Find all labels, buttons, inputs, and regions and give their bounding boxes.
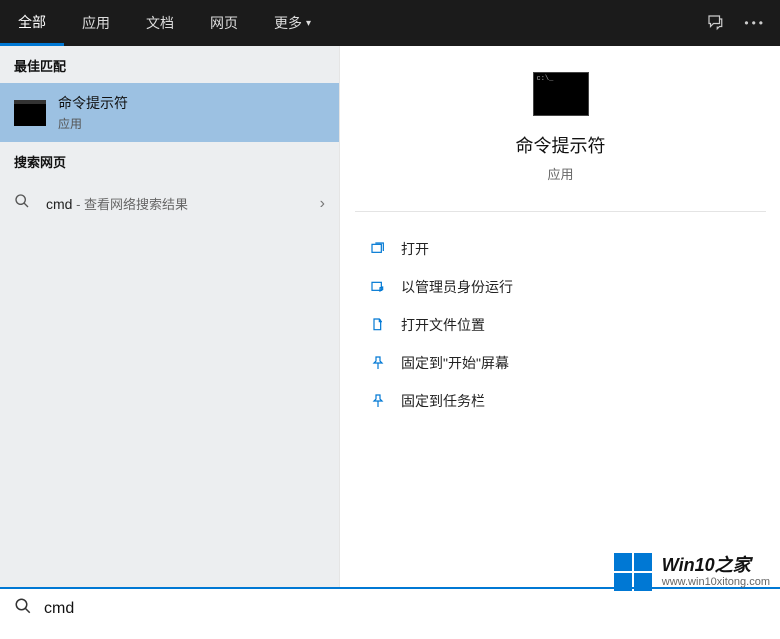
- action-pin-taskbar[interactable]: 固定到任务栏: [365, 382, 756, 420]
- watermark-url: www.win10xitong.com: [662, 576, 770, 588]
- folder-icon: [369, 316, 387, 334]
- windows-logo-icon: [614, 553, 652, 591]
- details-panel: 命令提示符 应用 打开 以管理员身份运行 打开文件位置 固定到: [340, 46, 780, 587]
- search-bar: [0, 587, 780, 628]
- web-search-header: 搜索网页: [0, 142, 339, 179]
- tab-all-label: 全部: [18, 12, 46, 32]
- watermark-title: Win10之家: [662, 556, 770, 576]
- chevron-down-icon: ▾: [306, 18, 311, 29]
- action-run-admin-label: 以管理员身份运行: [401, 277, 513, 297]
- preview-header: 命令提示符 应用: [355, 72, 766, 212]
- action-open[interactable]: 打开: [365, 230, 756, 268]
- tab-apps[interactable]: 应用: [64, 0, 128, 46]
- web-search-text: cmd - 查看网络搜索结果: [46, 194, 306, 213]
- action-open-label: 打开: [401, 239, 429, 259]
- action-open-location[interactable]: 打开文件位置: [365, 306, 756, 344]
- more-options-icon[interactable]: •••: [744, 16, 766, 30]
- action-pin-start[interactable]: 固定到"开始"屏幕: [365, 344, 756, 382]
- result-text: 命令提示符 应用: [58, 93, 325, 132]
- top-tab-bar: 全部 应用 文档 网页 更多 ▾ •••: [0, 0, 780, 46]
- tab-docs-label: 文档: [146, 13, 174, 33]
- action-run-admin[interactable]: 以管理员身份运行: [365, 268, 756, 306]
- web-hint: - 查看网络搜索结果: [72, 197, 188, 212]
- tab-web[interactable]: 网页: [192, 0, 256, 46]
- watermark: Win10之家 www.win10xitong.com: [614, 553, 770, 591]
- admin-icon: [369, 278, 387, 296]
- tab-web-label: 网页: [210, 13, 238, 33]
- tab-more[interactable]: 更多 ▾: [256, 0, 329, 46]
- search-input[interactable]: [44, 600, 766, 618]
- tabs: 全部 应用 文档 网页 更多 ▾: [0, 0, 329, 46]
- tab-all[interactable]: 全部: [0, 0, 64, 46]
- pin-start-icon: [369, 354, 387, 372]
- feedback-icon[interactable]: [706, 13, 724, 34]
- result-title: 命令提示符: [58, 93, 325, 113]
- action-pin-taskbar-label: 固定到任务栏: [401, 391, 485, 411]
- preview-title: 命令提示符: [516, 132, 606, 158]
- action-list: 打开 以管理员身份运行 打开文件位置 固定到"开始"屏幕 固定到任务栏: [355, 230, 766, 420]
- cmd-large-icon: [533, 72, 589, 116]
- search-icon: [14, 193, 32, 214]
- web-query: cmd: [46, 196, 72, 212]
- topbar-right: •••: [706, 13, 780, 34]
- preview-subtitle: 应用: [547, 164, 573, 183]
- pin-taskbar-icon: [369, 392, 387, 410]
- open-icon: [369, 240, 387, 258]
- tab-docs[interactable]: 文档: [128, 0, 192, 46]
- best-match-result[interactable]: 命令提示符 应用: [0, 83, 339, 142]
- cmd-icon: [14, 100, 46, 126]
- chevron-right-icon: ›: [320, 195, 325, 213]
- result-subtitle: 应用: [58, 115, 325, 132]
- search-icon: [14, 597, 32, 620]
- best-match-header: 最佳匹配: [0, 46, 339, 83]
- tab-more-label: 更多: [274, 13, 302, 33]
- main-area: 最佳匹配 命令提示符 应用 搜索网页 cmd - 查看网络搜索结果 › 命令提示…: [0, 46, 780, 587]
- results-panel: 最佳匹配 命令提示符 应用 搜索网页 cmd - 查看网络搜索结果 ›: [0, 46, 340, 587]
- tab-apps-label: 应用: [82, 13, 110, 33]
- web-search-item[interactable]: cmd - 查看网络搜索结果 ›: [0, 179, 339, 228]
- action-pin-start-label: 固定到"开始"屏幕: [401, 353, 509, 373]
- action-open-location-label: 打开文件位置: [401, 315, 485, 335]
